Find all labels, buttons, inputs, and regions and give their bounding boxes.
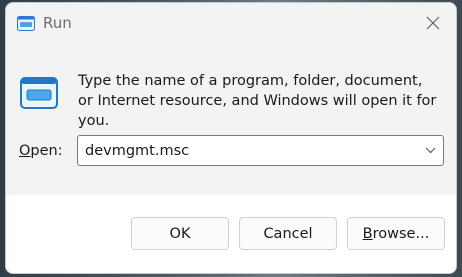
dialog-footer: OK Cancel Browse... xyxy=(6,195,456,273)
dialog-body: Type the name of a program, folder, docu… xyxy=(6,43,456,195)
ok-button[interactable]: OK xyxy=(131,217,229,250)
browse-button[interactable]: Browse... xyxy=(347,217,445,250)
open-input[interactable]: devmgmt.msc xyxy=(78,141,417,161)
combobox-dropdown-button[interactable] xyxy=(417,136,443,165)
open-label-text: pen: xyxy=(30,143,63,159)
open-label-mnemonic: O xyxy=(19,143,31,159)
close-icon xyxy=(426,16,440,30)
run-app-icon xyxy=(17,16,35,31)
browse-mnemonic: B xyxy=(362,225,373,242)
run-dialog: Run Type the name of a program, folder, … xyxy=(5,2,457,274)
cancel-button[interactable]: Cancel xyxy=(239,217,337,250)
window-title: Run xyxy=(43,14,72,32)
run-program-icon xyxy=(20,77,58,109)
title-bar[interactable]: Run xyxy=(6,3,456,43)
browse-label: rowse... xyxy=(372,225,430,242)
chevron-down-icon xyxy=(425,147,435,154)
close-button[interactable] xyxy=(410,3,456,43)
open-label: Open: xyxy=(19,141,63,161)
open-combobox[interactable]: devmgmt.msc xyxy=(77,135,444,166)
dialog-description: Type the name of a program, folder, docu… xyxy=(78,73,437,129)
